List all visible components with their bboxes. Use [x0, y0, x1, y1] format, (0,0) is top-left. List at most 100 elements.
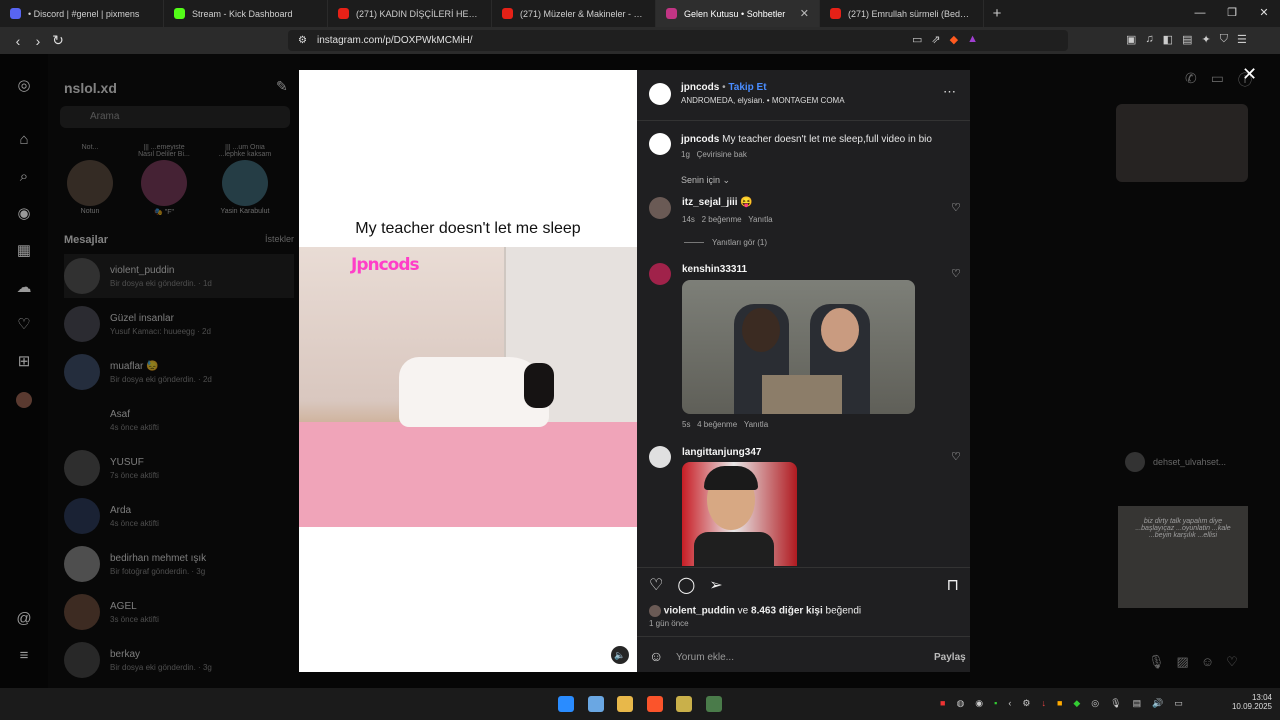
requests-link[interactable]: İstekler	[265, 234, 294, 244]
reload-icon[interactable]: ↻	[48, 32, 68, 49]
share-comment-button[interactable]: Paylaş	[934, 652, 966, 663]
music-icon[interactable]: ♫	[1145, 33, 1153, 46]
widgets-icon[interactable]	[588, 696, 604, 712]
video-call-icon[interactable]: ▭	[1211, 70, 1224, 90]
author-username[interactable]: jpncods	[681, 82, 719, 93]
tab-instagram[interactable]: Gelen Kutusu • Sohbetler ✕	[656, 0, 820, 27]
sidebar-icon[interactable]: ◧	[1163, 33, 1173, 46]
comment-like-icon[interactable]: ♡	[951, 267, 961, 280]
brave-browser-icon[interactable]	[647, 696, 663, 712]
reader-icon[interactable]: ▣	[1126, 33, 1136, 46]
steam-icon[interactable]: ◉	[975, 698, 983, 709]
profile-avatar[interactable]	[16, 392, 32, 408]
instagram-logo-icon[interactable]: ◎	[14, 76, 34, 96]
reply-button[interactable]: Yanıtla	[748, 215, 772, 224]
microphone-icon[interactable]: 🎙	[1148, 654, 1165, 670]
app-icon[interactable]	[676, 696, 692, 712]
search-input[interactable]: Arama	[60, 106, 290, 128]
note-item[interactable]: Not... Notun	[64, 144, 116, 216]
conversation-item[interactable]: YUSUF 7s önce aktifti	[64, 446, 294, 490]
conversation-item[interactable]: Asaf 4s önce aktifti	[64, 398, 294, 442]
translate-link[interactable]: Çevirisine bak	[697, 150, 747, 159]
start-icon[interactable]	[558, 696, 574, 712]
explore-icon[interactable]: ◉	[14, 204, 34, 224]
conversation-item[interactable]: bedirhan mehmet ışık Bir fotoğraf gönderd…	[64, 542, 294, 586]
create-icon[interactable]: ⊞	[14, 352, 34, 372]
tray-icon[interactable]: ■	[940, 698, 945, 709]
home-icon[interactable]: ⌂	[14, 130, 34, 150]
search-icon[interactable]: ⌕	[14, 167, 34, 187]
share-icon[interactable]: ➢	[709, 575, 722, 595]
close-window-icon[interactable]: ✕	[1248, 0, 1280, 27]
comment-icon[interactable]: ◯	[677, 575, 695, 595]
like-icon[interactable]: ♡	[649, 575, 663, 595]
phone-icon[interactable]: ✆	[1185, 70, 1197, 90]
close-modal-icon[interactable]: ✕	[1242, 64, 1257, 85]
reels-icon[interactable]: ▦	[14, 241, 34, 261]
brave-shield-icon[interactable]: ◆	[950, 33, 958, 46]
account-name[interactable]: nslol.xd	[64, 80, 117, 96]
comment-gif[interactable]	[682, 280, 915, 414]
conversation-item[interactable]: muaflar 😓 Bir dosya eki gönderdin. · 2d	[64, 350, 294, 394]
conversation-item[interactable]: AGEL 3s önce aktifti	[64, 590, 294, 634]
compose-icon[interactable]: ✎	[276, 78, 288, 95]
conversation-item[interactable]: berkay Bir dosya eki gönderdin. · 3g	[64, 638, 294, 682]
leo-icon[interactable]: ✦	[1201, 33, 1210, 46]
threads-icon[interactable]: @	[14, 609, 34, 629]
messenger-icon[interactable]: ☁	[14, 278, 34, 298]
tab-youtube-3[interactable]: (271) Emrullah sürmeli (Bedel ödendi	[820, 0, 984, 27]
tray-icon[interactable]: ◍	[956, 698, 964, 709]
commenter-avatar[interactable]	[649, 263, 671, 285]
chat-video-preview[interactable]: biz dirty talk yapalım diye ...başlayıça…	[1118, 506, 1248, 608]
audio-track[interactable]: ANDROMEDA, elysian. • MONTAGEM COMA	[681, 96, 845, 105]
image-icon[interactable]: ▨	[1177, 654, 1189, 670]
more-options-icon[interactable]: ⋯	[943, 84, 956, 100]
author-avatar[interactable]	[649, 83, 671, 105]
more-menu-icon[interactable]: ≡	[14, 646, 34, 666]
reply-button[interactable]: Yanıtla	[744, 420, 768, 429]
tab-youtube-1[interactable]: (271) KADIN DİŞÇİLERİ HEDEF ALAN	[328, 0, 492, 27]
clock[interactable]: 13:04 10.09.2025	[1228, 693, 1272, 711]
tray-icon[interactable]: ■	[1057, 698, 1062, 709]
notifications-icon[interactable]: ♡	[14, 315, 34, 335]
mute-icon[interactable]: 🔈	[611, 646, 629, 664]
chat-media-thumbnail[interactable]	[1116, 104, 1248, 182]
commenter-avatar[interactable]	[649, 446, 671, 468]
cast-icon[interactable]: ▭	[912, 33, 922, 46]
menu-icon[interactable]: ☰	[1237, 33, 1247, 46]
comment-gif[interactable]	[682, 462, 797, 566]
tray-icon[interactable]: ◆	[1073, 698, 1080, 709]
note-item[interactable]: ||| ...emeyiste Nasıl Deliler Bi... 🎭 "F"	[138, 144, 190, 216]
tab-youtube-2[interactable]: (271) Müzeler & Makineler - Holigan	[492, 0, 656, 27]
brave-rewards-icon[interactable]: ▲	[967, 33, 978, 46]
file-explorer-icon[interactable]	[617, 696, 633, 712]
tray-icon[interactable]: ⚙	[1022, 698, 1030, 709]
wallet-icon[interactable]: ▤	[1182, 33, 1192, 46]
comment-like-icon[interactable]: ♡	[951, 450, 961, 463]
tray-icon[interactable]: ◎	[1091, 698, 1099, 709]
sticker-icon[interactable]: ☺	[1201, 654, 1214, 670]
comment-like-icon[interactable]: ♡	[951, 201, 961, 214]
author-avatar[interactable]	[649, 133, 671, 155]
commenter-avatar[interactable]	[649, 197, 671, 219]
minimize-icon[interactable]: —	[1184, 0, 1216, 27]
conversation-item[interactable]: Arda 4s önce aktifti	[64, 494, 294, 538]
comment-input[interactable]: Yorum ekle...	[676, 652, 734, 663]
app-icon[interactable]	[706, 696, 722, 712]
emoji-icon[interactable]: ☺	[649, 648, 663, 664]
follow-button[interactable]: Takip Et	[728, 82, 766, 93]
heart-icon[interactable]: ♡	[1226, 654, 1238, 670]
conversation-item[interactable]: Güzel insanlar Yusuf Kamacı: huueegg · 2d	[64, 302, 294, 346]
chevron-up-icon[interactable]: ‹	[1008, 698, 1011, 709]
post-video[interactable]: Jpncods	[299, 247, 637, 527]
tray-icon[interactable]: ▪	[994, 698, 997, 709]
share-icon[interactable]: ⇗	[931, 33, 940, 46]
close-tab-icon[interactable]: ✕	[800, 7, 809, 20]
tab-kick[interactable]: Stream - Kick Dashboard	[164, 0, 328, 27]
comment-filter[interactable]: Senin için ⌄	[681, 175, 730, 186]
back-icon[interactable]: ‹	[8, 33, 28, 49]
microphone-icon[interactable]: 🎙	[1110, 698, 1121, 709]
tab-discord[interactable]: • Discord | #genel | pixmens	[0, 0, 164, 27]
forward-icon[interactable]: ›	[28, 33, 48, 49]
restore-icon[interactable]: ❐	[1216, 0, 1248, 27]
